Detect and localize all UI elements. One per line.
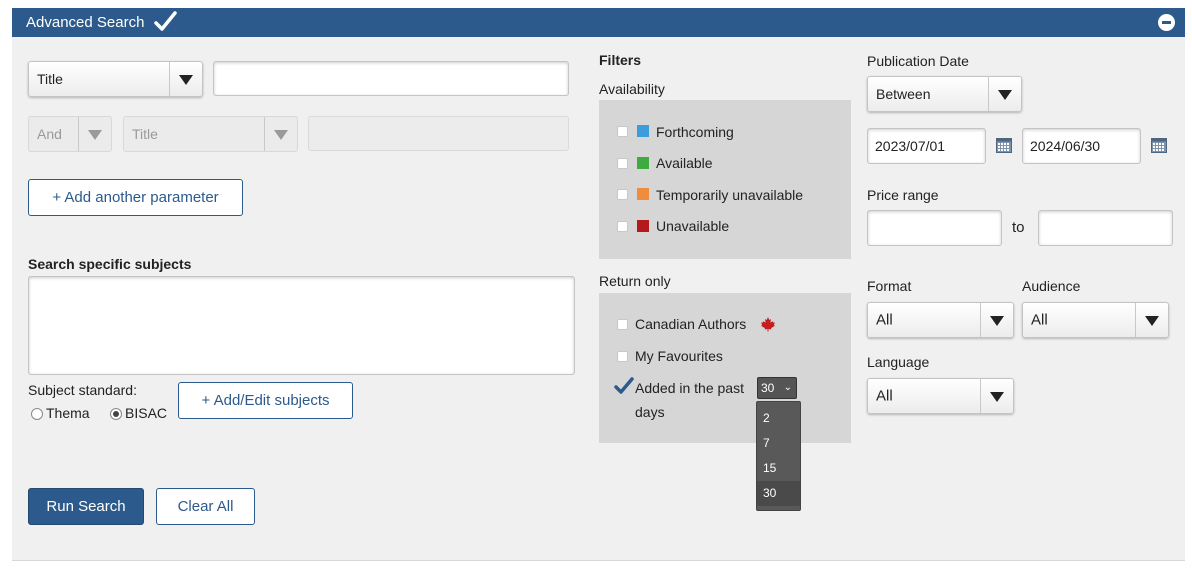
search-term-input[interactable]	[213, 61, 569, 96]
date-from-input[interactable]: 2023/07/01	[867, 128, 986, 164]
add-parameter-button[interactable]: + Add another parameter	[28, 179, 243, 216]
forthcoming-swatch	[637, 125, 649, 137]
canadian-authors-checkbox[interactable]	[617, 319, 628, 330]
days-option[interactable]: 15	[757, 456, 800, 481]
chevron-down-icon	[78, 117, 111, 151]
maple-leaf-icon	[760, 316, 776, 335]
price-min-input[interactable]	[867, 210, 1002, 246]
added-in-past-label: Added in the past	[635, 380, 744, 396]
header-title: Advanced Search	[26, 14, 145, 31]
available-label: Available	[656, 155, 713, 171]
operator-select-value: And	[37, 126, 62, 142]
return-only-label: Return only	[599, 273, 671, 289]
calendar-icon[interactable]	[1151, 138, 1167, 153]
operator-select[interactable]: And	[28, 116, 112, 152]
temporarily-unavailable-checkbox[interactable]	[617, 189, 628, 200]
collapse-icon[interactable]	[1158, 14, 1175, 31]
subject-standard-label: Subject standard:	[28, 382, 137, 398]
price-range-label: Price range	[867, 187, 939, 203]
days-option[interactable]: 7	[757, 431, 800, 456]
forthcoming-checkbox[interactable]	[617, 126, 628, 137]
unavailable-label: Unavailable	[656, 218, 730, 234]
audience-label: Audience	[1022, 278, 1081, 294]
publication-date-label: Publication Date	[867, 53, 969, 69]
available-checkbox[interactable]	[617, 158, 628, 169]
language-select-value: All	[876, 387, 893, 405]
audience-select-value: All	[1031, 311, 1048, 329]
calendar-icon[interactable]	[996, 138, 1012, 153]
field-select-2[interactable]: Title	[123, 116, 298, 152]
days-select[interactable]: 30 ⌄	[757, 377, 797, 399]
price-max-input[interactable]	[1038, 210, 1173, 246]
publication-date-mode-select[interactable]: Between	[867, 76, 1022, 112]
chevron-down-icon: ⌄	[783, 382, 792, 393]
publication-date-mode-value: Between	[876, 86, 931, 102]
language-select[interactable]: All	[867, 378, 1014, 414]
language-label: Language	[867, 354, 930, 370]
chevron-down-icon	[988, 77, 1021, 111]
advanced-search-header[interactable]: Advanced Search	[12, 8, 1185, 37]
chevron-down-icon	[980, 379, 1013, 413]
unavailable-swatch	[637, 220, 649, 232]
temporarily-unavailable-swatch	[637, 188, 649, 200]
bisac-radio[interactable]	[110, 408, 122, 420]
add-edit-subjects-button[interactable]: + Add/Edit subjects	[178, 382, 353, 419]
field-select-2-value: Title	[132, 126, 158, 142]
forthcoming-label: Forthcoming	[656, 124, 734, 140]
chevron-down-icon	[980, 303, 1013, 337]
days-option[interactable]: 2	[757, 406, 800, 431]
available-swatch	[637, 157, 649, 169]
field-select[interactable]: Title	[28, 61, 203, 97]
format-label: Format	[867, 278, 912, 294]
audience-select[interactable]: All	[1022, 302, 1169, 338]
search-term-input-2[interactable]	[308, 116, 569, 151]
run-search-button[interactable]: Run Search	[28, 488, 144, 525]
bisac-label: BISAC	[125, 405, 168, 421]
date-to-input[interactable]: 2024/06/30	[1022, 128, 1141, 164]
added-in-past-checkbox-checked-icon[interactable]	[614, 377, 634, 398]
format-select[interactable]: All	[867, 302, 1014, 338]
canadian-authors-label: Canadian Authors	[635, 316, 747, 332]
price-to-label: to	[1012, 219, 1025, 236]
temporarily-unavailable-label: Temporarily unavailable	[656, 187, 804, 203]
added-in-past-days-label: days	[635, 404, 665, 420]
my-favourites-checkbox[interactable]	[617, 351, 628, 362]
chevron-down-icon	[1135, 303, 1168, 337]
thema-label: Thema	[46, 405, 90, 421]
chevron-down-icon	[169, 62, 202, 96]
format-select-value: All	[876, 311, 893, 329]
clear-all-button[interactable]: Clear All	[156, 488, 255, 525]
unavailable-checkbox[interactable]	[617, 221, 628, 232]
days-dropdown: 2 7 15 30	[756, 401, 801, 511]
days-select-value: 30	[761, 381, 775, 395]
thema-radio[interactable]	[31, 408, 43, 420]
days-option-selected[interactable]: 30	[757, 481, 800, 506]
availability-label: Availability	[599, 81, 665, 97]
filters-heading: Filters	[599, 52, 642, 68]
chevron-down-icon	[264, 117, 297, 151]
checkmark-icon	[154, 11, 178, 36]
field-select-value: Title	[37, 71, 63, 87]
subjects-textarea[interactable]	[28, 276, 575, 375]
subjects-heading: Search specific subjects	[28, 256, 192, 272]
my-favourites-label: My Favourites	[635, 348, 723, 364]
